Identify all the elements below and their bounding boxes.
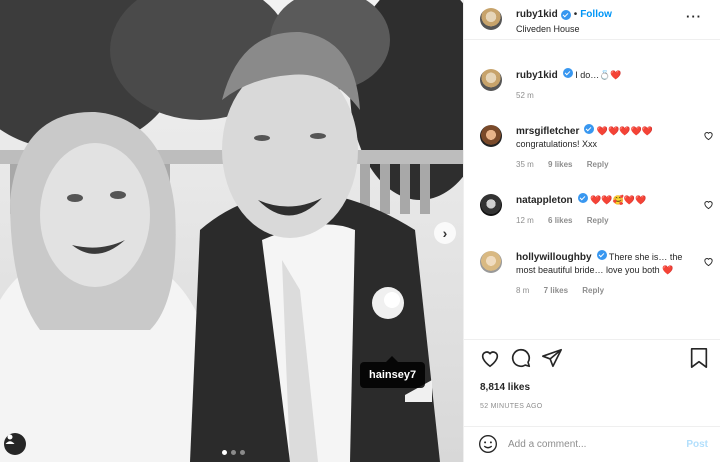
instagram-post: › hainsey7 ruby1kid • Follow Cliveden Ho… bbox=[0, 0, 720, 462]
comment-icon[interactable] bbox=[510, 347, 532, 369]
share-icon[interactable] bbox=[541, 347, 563, 369]
comment-likes[interactable]: 9 likes bbox=[548, 160, 572, 169]
comment-username[interactable]: natappleton bbox=[516, 195, 573, 206]
post-sidebar: ruby1kid • Follow Cliveden House ··· rub… bbox=[463, 0, 720, 462]
separator-dot: • bbox=[573, 9, 578, 20]
post-location[interactable]: Cliveden House bbox=[516, 24, 612, 34]
avatar[interactable] bbox=[480, 125, 502, 147]
caption-time[interactable]: 52 m bbox=[516, 91, 534, 100]
verified-badge-icon bbox=[562, 68, 573, 78]
user-tags-button[interactable] bbox=[4, 433, 26, 455]
heart-outline-icon[interactable] bbox=[703, 130, 714, 141]
user-tag-bubble[interactable]: hainsey7 bbox=[360, 356, 426, 388]
user-tag-label: hainsey7 bbox=[369, 369, 417, 381]
emoji-icon[interactable] bbox=[478, 434, 498, 454]
carousel-dot bbox=[231, 450, 236, 455]
list-item: natappleton ❤️❤️🥰❤️❤️ 12 m 6 likes Reply bbox=[480, 193, 713, 227]
reply-button[interactable]: Reply bbox=[587, 216, 609, 225]
comment-likes[interactable]: 6 likes bbox=[548, 216, 572, 225]
comment-text: ❤️❤️🥰❤️❤️ bbox=[590, 195, 647, 205]
comments-list[interactable]: ruby1kid I do…💍❤️ 52 m mrsgifletcher ❤️❤… bbox=[464, 58, 720, 338]
chevron-right-icon: › bbox=[442, 225, 448, 241]
reply-button[interactable]: Reply bbox=[587, 160, 609, 169]
comment-likes[interactable]: 7 likes bbox=[544, 286, 568, 295]
author-username[interactable]: ruby1kid bbox=[516, 9, 558, 20]
heart-outline-icon[interactable] bbox=[703, 256, 714, 267]
caption-username[interactable]: ruby1kid bbox=[516, 70, 558, 81]
divider bbox=[464, 339, 720, 340]
reply-button[interactable]: Reply bbox=[582, 286, 604, 295]
more-horizontal-icon[interactable]: ··· bbox=[686, 9, 702, 24]
follow-button[interactable]: Follow bbox=[580, 9, 612, 20]
author-avatar[interactable] bbox=[480, 8, 502, 30]
carousel-dot bbox=[240, 450, 245, 455]
carousel-indicators bbox=[222, 450, 245, 455]
caption: ruby1kid I do…💍❤️ 52 m bbox=[480, 68, 710, 102]
avatar[interactable] bbox=[480, 69, 502, 91]
verified-badge-icon bbox=[560, 9, 571, 20]
comment-time[interactable]: 35 m bbox=[516, 160, 534, 169]
avatar[interactable] bbox=[480, 251, 502, 273]
list-item: mrsgifletcher ❤️❤️❤️❤️❤️ congratulations… bbox=[480, 124, 713, 171]
caption-text: I do…💍❤️ bbox=[575, 70, 622, 80]
user-icon bbox=[5, 434, 15, 444]
list-item: hollywilloughby There she is… the most b… bbox=[480, 250, 713, 297]
verified-badge-icon bbox=[577, 193, 588, 203]
heart-icon[interactable] bbox=[479, 347, 501, 369]
verified-badge-icon bbox=[584, 124, 595, 134]
comment-time[interactable]: 8 m bbox=[516, 286, 529, 295]
post-timestamp[interactable]: 52 MINUTES AGO bbox=[480, 403, 543, 410]
heart-outline-icon[interactable] bbox=[703, 199, 714, 210]
comment-username[interactable]: hollywilloughby bbox=[516, 252, 592, 263]
post-header: ruby1kid • Follow Cliveden House ··· bbox=[464, 0, 720, 40]
post-actions bbox=[479, 347, 709, 371]
comment-input[interactable] bbox=[508, 438, 687, 450]
comment-time[interactable]: 12 m bbox=[516, 216, 534, 225]
add-comment-bar: Post bbox=[464, 426, 720, 462]
carousel-next-button[interactable]: › bbox=[434, 222, 456, 244]
carousel-dot-active bbox=[222, 450, 227, 455]
post-comment-button[interactable]: Post bbox=[686, 439, 708, 450]
avatar[interactable] bbox=[480, 194, 502, 216]
likes-count[interactable]: 8,814 likes bbox=[480, 382, 530, 393]
comment-username[interactable]: mrsgifletcher bbox=[516, 126, 579, 137]
bookmark-icon[interactable] bbox=[689, 347, 709, 369]
verified-badge-icon bbox=[596, 250, 607, 260]
post-photo[interactable]: › hainsey7 bbox=[0, 0, 463, 462]
photo-illustration bbox=[0, 0, 463, 462]
